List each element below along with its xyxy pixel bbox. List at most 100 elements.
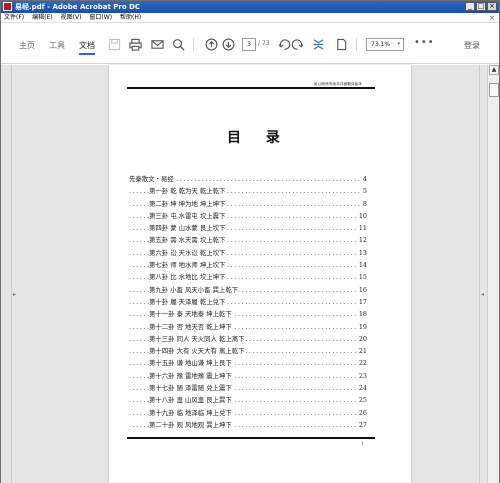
toc-entry-page: 5 (361, 185, 367, 198)
toc-entry-label: 第六卦 讼 天水讼 乾上坎下 (149, 246, 227, 260)
acrobat-app-icon (3, 2, 12, 11)
footer-rule (127, 437, 375, 439)
toc-entry-label: 第十八卦 蛊 山风蛊 艮上巽下 (149, 394, 233, 407)
toc-entry-page: 12 (357, 234, 367, 247)
vertical-scrollbar[interactable]: ▲ (487, 65, 499, 483)
toolbar-divider (193, 38, 194, 51)
page-total: / 73 (258, 40, 270, 47)
toc-entry-page: 14 (357, 259, 367, 272)
toc-entry-page: 22 (357, 357, 367, 370)
title-bar[interactable]: 易经.pdf - Adobe Acrobat Pro DC _ □ × (1, 1, 499, 13)
toc-entry-page: 20 (357, 332, 367, 346)
fit-page-icon[interactable] (311, 37, 325, 51)
toc-entry[interactable]: ........................................… (129, 173, 367, 186)
toc-entry[interactable]: ........................................… (129, 320, 367, 333)
zoom-select[interactable]: 73.1% ▾ (366, 38, 404, 51)
save-icon[interactable] (107, 37, 121, 51)
toc-entry-label: 第七卦 师 地水师 坤上坎下 (149, 259, 227, 272)
minimize-button[interactable]: _ (465, 2, 475, 11)
page-footer-number: I (362, 441, 364, 446)
toc-entry-page: 18 (357, 308, 367, 321)
scroll-thumb[interactable] (489, 83, 499, 97)
tab-home[interactable]: 主页 (19, 40, 35, 51)
toc-entry[interactable]: ........................................… (129, 332, 367, 346)
more-tools-icon[interactable]: ••• (414, 37, 435, 48)
toc-entry[interactable]: ........................................… (129, 259, 367, 272)
toc-entry[interactable]: ........................................… (129, 308, 367, 321)
toc-entry-label: 第十九卦 临 地泽临 坤上兑下 (149, 406, 233, 419)
toc-entry[interactable]: ........................................… (129, 394, 367, 407)
print-icon[interactable] (128, 37, 142, 51)
close-button[interactable]: × (487, 2, 497, 11)
toc-entry[interactable]: ........................................… (129, 209, 367, 223)
toc-entry[interactable]: ........................................… (129, 369, 367, 383)
maximize-button[interactable]: □ (476, 2, 486, 11)
menu-window[interactable]: 窗口(W) (89, 13, 112, 23)
toc-entry[interactable]: ........................................… (129, 222, 367, 235)
toc-entry[interactable]: ........................................… (129, 185, 367, 198)
rotate-right-icon[interactable] (290, 37, 304, 51)
window-title: 易经.pdf - Adobe Acrobat Pro DC (15, 3, 141, 11)
toc-entry[interactable]: ........................................… (129, 271, 367, 284)
toc-entry-label: 第十五卦 谦 地山谦 坤上艮下 (149, 357, 233, 370)
menu-edit[interactable]: 编辑(E) (32, 13, 52, 23)
toc-entry-label: 第五卦 需 水天需 坎上乾下 (149, 234, 227, 247)
toc-entry-label: 第三卦 屯 水雷屯 坎上震下 (149, 209, 227, 223)
toc-entry[interactable]: ........................................… (129, 197, 367, 210)
toc-entry-page: 17 (357, 295, 367, 309)
login-link[interactable]: 登录 (464, 40, 480, 51)
toc-entry-label: 第二卦 坤 坤为地 坤上坤下 (149, 197, 227, 210)
page-up-icon[interactable] (204, 37, 218, 51)
toc-entry-page: 16 (357, 283, 367, 296)
toc-entry-page: 25 (357, 394, 367, 407)
app-window: 易经.pdf - Adobe Acrobat Pro DC _ □ × 文件(F… (0, 0, 500, 483)
toolbar-divider (356, 38, 357, 51)
toc-entry-label: 第十一卦 泰 天地泰 坤上乾下 (149, 308, 233, 321)
tab-tools[interactable]: 工具 (49, 40, 65, 51)
toc-entry-page: 19 (357, 320, 367, 333)
toc-entry-page: 21 (357, 345, 367, 358)
table-of-contents: ........................................… (129, 173, 367, 432)
expand-left-panel-icon[interactable]: ▸ (13, 291, 16, 298)
tab-document[interactable]: 文档 (79, 40, 95, 55)
toc-entry[interactable]: ........................................… (129, 234, 367, 247)
toc-entry-page: 27 (357, 418, 367, 432)
toolbar: 主页 工具 文档 3 / 73 73.1% ▾ ••• 登录 (1, 24, 499, 64)
toc-entry[interactable]: ........................................… (129, 283, 367, 296)
right-panel-edge (479, 65, 480, 483)
toc-entry-label: 第一卦 乾 乾为天 乾上乾下 (149, 185, 227, 198)
toc-entry[interactable]: ........................................… (129, 418, 367, 432)
rotate-left-icon[interactable] (277, 37, 291, 51)
menu-help[interactable]: 帮助(H) (120, 13, 141, 23)
scroll-up-button[interactable]: ▲ (489, 65, 499, 75)
toc-entry-page: 23 (357, 369, 367, 383)
expand-right-panel-icon[interactable]: ◂ (481, 291, 484, 298)
left-panel-edge (11, 65, 12, 483)
toc-entry[interactable]: ........................................… (129, 345, 367, 358)
toc-entry-page: 8 (361, 197, 367, 210)
email-icon[interactable] (150, 37, 164, 51)
toc-entry-page: 24 (357, 382, 367, 395)
toc-entry-label: 第十四卦 大有 火天大有 离上乾下 (149, 345, 246, 358)
window-controls: _ □ × (465, 2, 497, 11)
menu-file[interactable]: 文件(F) (4, 13, 24, 23)
page-number-input[interactable]: 3 (242, 38, 256, 51)
page-down-icon[interactable] (221, 37, 235, 51)
single-page-icon[interactable] (334, 37, 348, 51)
menu-view[interactable]: 视图(V) (61, 13, 82, 23)
toc-entry-label: 第十三卦 同人 天火同人 乾上离下 (149, 332, 246, 346)
toc-entry[interactable]: ........................................… (129, 246, 367, 260)
toc-entry-label: 第十六卦 豫 雷地豫 震上坤下 (149, 369, 233, 383)
toc-entry-page: 13 (357, 246, 367, 260)
toc-entry[interactable]: ........................................… (129, 406, 367, 419)
toc-entry[interactable]: ........................................… (129, 357, 367, 370)
menu-bar: 文件(F) 编辑(E) 视图(V) 窗口(W) 帮助(H) × (1, 13, 499, 23)
toc-entry[interactable]: ........................................… (129, 382, 367, 395)
toc-entry[interactable]: ........................................… (129, 295, 367, 309)
search-icon[interactable] (171, 37, 185, 51)
zoom-value: 73.1% (371, 41, 391, 48)
toc-entry-label: 第二十卦 观 风地观 巽上坤下 (149, 418, 233, 432)
close-document-button[interactable]: × (489, 13, 495, 23)
toc-entry-page: 26 (357, 406, 367, 419)
header-rule (127, 87, 375, 89)
